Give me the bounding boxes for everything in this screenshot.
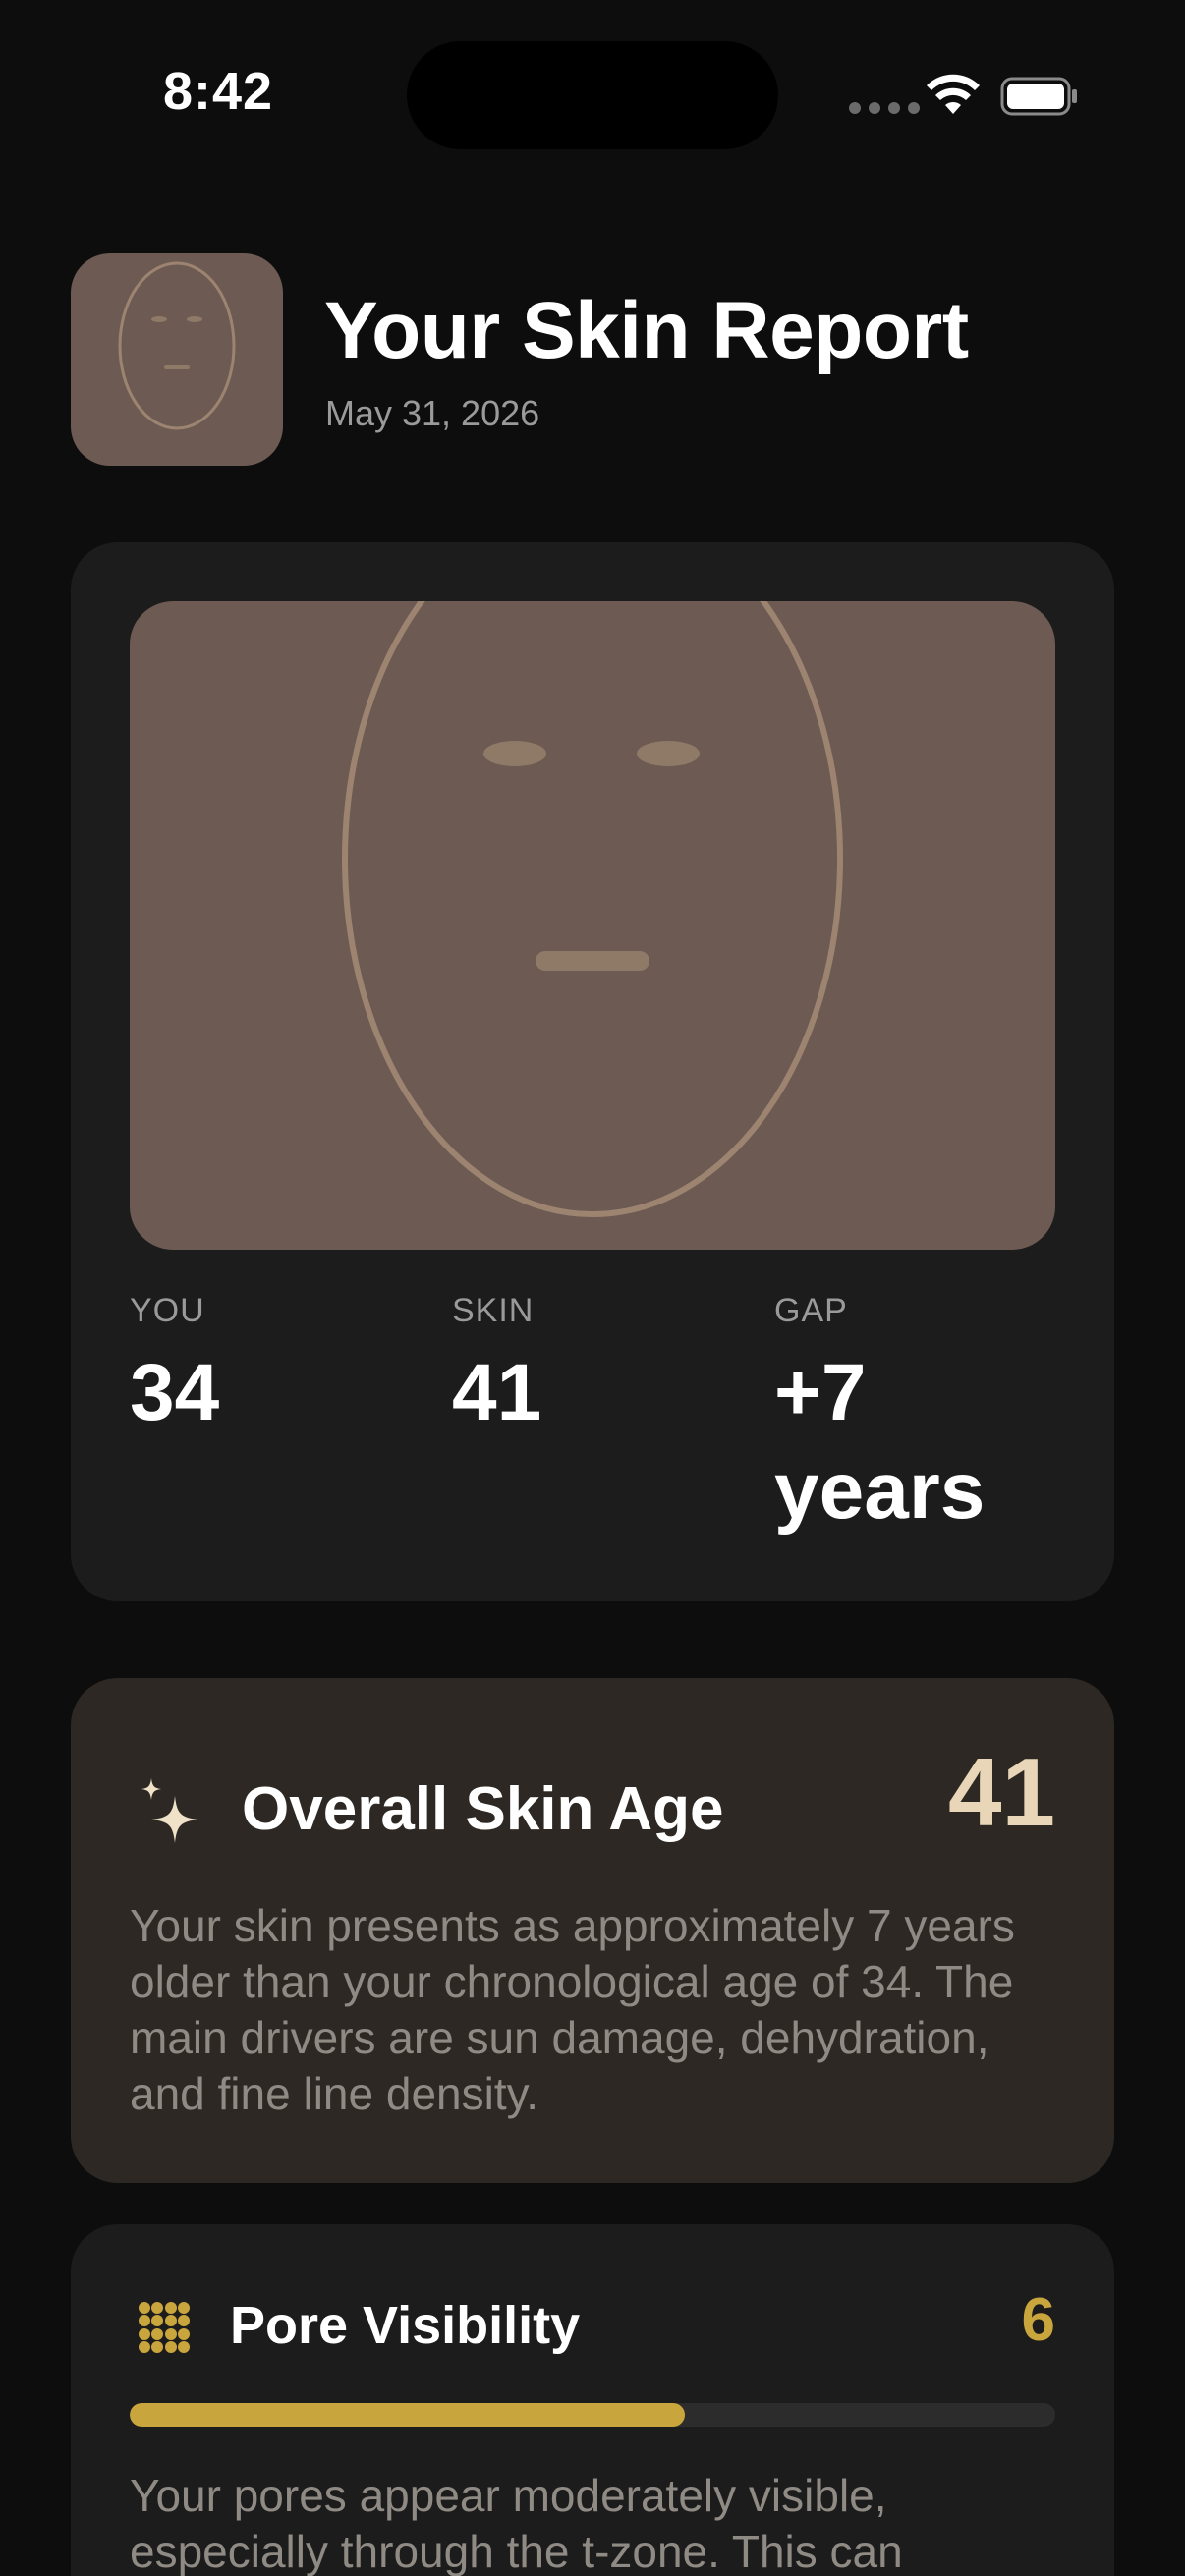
status-bar: 8:42 (0, 0, 1185, 196)
progress-fill (130, 2403, 686, 2427)
page-title: Your Skin Report (324, 286, 969, 375)
grid-dots-icon (139, 2302, 190, 2353)
cellular-signal-icon (849, 102, 920, 114)
face-outline-illustration (342, 601, 843, 1217)
stat-value: 34 (130, 1348, 220, 1437)
stat-skin: SKIN 41 (452, 1292, 747, 1442)
face-outline-icon (118, 261, 236, 430)
pore-visibility-progress-bar (130, 2403, 1055, 2427)
report-thumbnail[interactable] (71, 253, 283, 466)
sparkle-icon (141, 1778, 198, 1843)
report-date: May 31, 2026 (325, 393, 540, 433)
stat-you: YOU 34 (130, 1292, 424, 1442)
battery-icon (1000, 77, 1077, 116)
wifi-icon (927, 74, 980, 114)
overall-skin-age-description: Your skin presents as approximately 7 ye… (130, 1900, 1015, 2119)
pore-visibility-score: 6 (1021, 2286, 1055, 2354)
overall-skin-age-title: Overall Skin Age (242, 1775, 724, 1843)
skin-report-screen: 8:42 Your Skin Report May 31, 2026 YOU 3… (0, 0, 1185, 2576)
status-time: 8:42 (163, 62, 274, 121)
face-photo (130, 601, 1055, 1250)
stat-gap: GAP +7 years (774, 1292, 1030, 1540)
pore-visibility-description: Your pores appear moderately visible, es… (130, 2470, 903, 2576)
dynamic-island (407, 41, 778, 149)
stat-label: YOU (130, 1292, 205, 1329)
pore-visibility-title: Pore Visibility (230, 2296, 581, 2355)
stat-value: +7 years (774, 1348, 986, 1536)
stat-value: 41 (452, 1348, 542, 1437)
stat-label: GAP (774, 1292, 848, 1329)
stat-label: SKIN (452, 1292, 535, 1329)
overall-skin-age-score: 41 (947, 1738, 1055, 1846)
